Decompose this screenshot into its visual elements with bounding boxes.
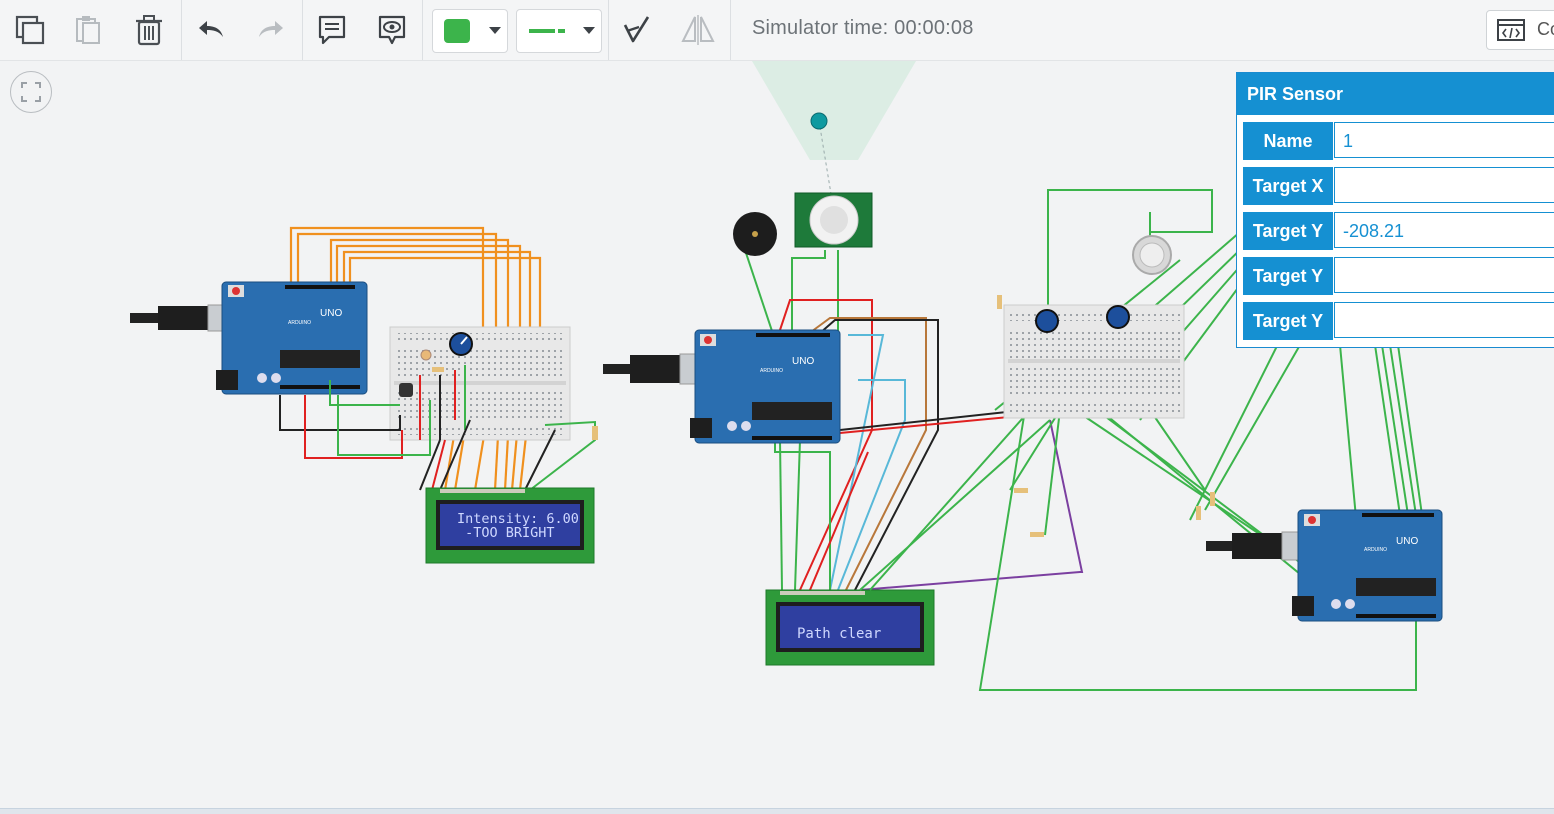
- resistor-left-2[interactable]: [432, 367, 444, 372]
- undo-icon[interactable]: [192, 8, 232, 52]
- code-icon: [1497, 19, 1525, 41]
- copy-icon[interactable]: [10, 8, 50, 52]
- field-label: Target Y: [1243, 302, 1333, 340]
- resistor-left[interactable]: [592, 426, 598, 440]
- inspector-row-target-y: Target Y -208.21: [1243, 212, 1554, 250]
- view-icon[interactable]: [372, 8, 412, 52]
- wire-style-icon: [529, 29, 565, 33]
- redo-icon[interactable]: [250, 8, 290, 52]
- breadboard-left[interactable]: [389, 326, 571, 441]
- temperature-sensor[interactable]: [399, 383, 413, 397]
- arduino-uno-left[interactable]: UNO ARDUINO: [216, 281, 368, 395]
- lcd-center-line1: Path clear: [797, 626, 881, 642]
- code-button[interactable]: Co: [1486, 10, 1554, 50]
- inspector-row-name: Name 1: [1243, 122, 1554, 160]
- pir-sensor[interactable]: [794, 192, 873, 248]
- fullscreen-icon: [21, 82, 41, 102]
- target-y-field-2[interactable]: [1334, 257, 1554, 293]
- inspector-title: PIR Sensor: [1237, 73, 1554, 115]
- annotate-icon[interactable]: [616, 8, 656, 52]
- paste-icon[interactable]: [68, 8, 108, 52]
- arduino-uno-right[interactable]: UNO ARDUINO: [1292, 509, 1443, 622]
- code-button-label: Co: [1537, 19, 1554, 39]
- notes-icon[interactable]: [312, 8, 352, 52]
- delete-icon[interactable]: [129, 8, 169, 52]
- chevron-down-icon: [489, 27, 501, 34]
- resistor-right-1[interactable]: [1014, 488, 1028, 493]
- flip-icon[interactable]: [678, 8, 718, 52]
- board-label-uno: UNO: [1396, 536, 1418, 547]
- inspector-row-target-y-2: Target Y: [1243, 257, 1554, 295]
- lcd-left-line2: -TOO BRIGHT: [457, 525, 555, 541]
- resistor-right-5[interactable]: [997, 295, 1002, 309]
- potentiometer-right-1[interactable]: [1035, 309, 1059, 333]
- pir-detection-cone: [752, 61, 916, 160]
- wire-style[interactable]: [516, 9, 602, 53]
- name-field[interactable]: 1: [1334, 122, 1554, 158]
- target-y-field-3[interactable]: [1334, 302, 1554, 338]
- resistor-right-2[interactable]: [1030, 532, 1044, 537]
- board-label-uno: UNO: [792, 356, 814, 367]
- arduino-uno-center[interactable]: UNO ARDUINO: [690, 329, 841, 444]
- target-y-field[interactable]: -208.21: [1334, 212, 1554, 248]
- chevron-down-icon: [583, 27, 595, 34]
- fit-view-button[interactable]: [10, 71, 52, 113]
- field-label: Target X: [1243, 167, 1333, 205]
- board-label-uno: UNO: [320, 308, 342, 319]
- target-x-field[interactable]: [1334, 167, 1554, 203]
- color-swatch-fill: [444, 19, 470, 43]
- board-label-arduino: ARDUINO: [288, 320, 311, 326]
- board-label-arduino: ARDUINO: [1364, 547, 1387, 553]
- breadboard-right[interactable]: [1003, 304, 1185, 419]
- board-label-arduino: ARDUINO: [760, 368, 783, 374]
- resistor-right-4[interactable]: [1210, 492, 1215, 506]
- color-swatch[interactable]: [432, 9, 508, 53]
- field-label: Target Y: [1243, 212, 1333, 250]
- inspector-row-target-x: Target X: [1243, 167, 1554, 205]
- component-inspector: PIR Sensor Name 1 Target X Target Y -208…: [1236, 72, 1554, 348]
- simulator-time: Simulator time: 00:00:08: [752, 17, 974, 39]
- resistor-right-3[interactable]: [1196, 506, 1201, 520]
- bottom-edge: [0, 808, 1554, 814]
- potentiometer-right-2[interactable]: [1106, 305, 1130, 329]
- field-label: Target Y: [1243, 257, 1333, 295]
- inspector-row-target-y-3: Target Y: [1243, 302, 1554, 340]
- field-label: Name: [1243, 122, 1333, 160]
- toolbar: Simulator time: 00:00:08 Co: [0, 0, 1554, 61]
- photoresistor[interactable]: [420, 349, 432, 361]
- pir-target-handle[interactable]: [810, 112, 828, 130]
